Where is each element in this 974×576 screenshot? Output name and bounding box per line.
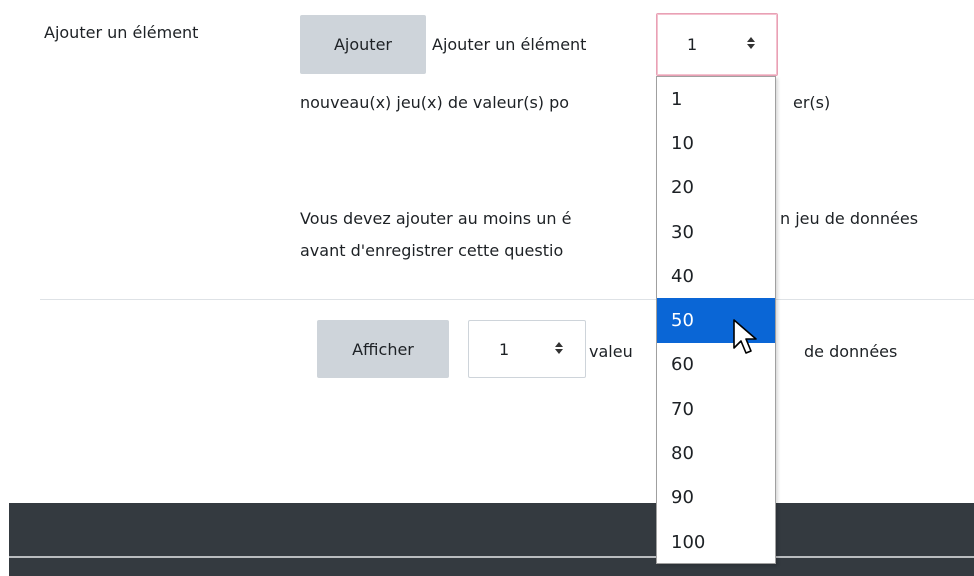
dropdown-option[interactable]: 40 [657, 254, 775, 298]
dropdown-option[interactable]: 70 [657, 387, 775, 431]
dropdown-option[interactable]: 1 [657, 77, 775, 121]
add-button[interactable]: Ajouter [300, 15, 426, 74]
warning-line-1: Vous devez ajouter au moins un é n jeu de… [300, 205, 918, 233]
page: Ajouter un élément Ajouter Ajouter un él… [0, 0, 974, 576]
warning-line-2: avant d'enregistrer cette questio [300, 241, 564, 260]
divider [40, 299, 974, 300]
add-count-dropdown[interactable]: 1 10 20 30 40 50 60 70 80 90 100 [656, 76, 776, 564]
add-item-label: Ajouter un élément [44, 23, 199, 42]
dropdown-option[interactable]: 80 [657, 431, 775, 475]
updown-arrows-icon [555, 341, 563, 357]
show-count-select-value: 1 [499, 339, 510, 359]
footer [9, 503, 974, 576]
add-item-text: Ajouter un élément [432, 35, 587, 54]
show-text: valeu de données [589, 338, 897, 366]
footer-divider [9, 556, 974, 558]
dropdown-option[interactable]: 90 [657, 476, 775, 520]
new-sets-text-tail: er(s) [793, 93, 831, 112]
dropdown-option[interactable]: 10 [657, 121, 775, 165]
add-count-select-value: 1 [687, 35, 698, 54]
add-count-select[interactable]: 1 [656, 13, 778, 76]
updown-arrows-icon [747, 37, 755, 52]
show-text-head: valeu [589, 342, 633, 361]
warning-line-1-tail: n jeu de données [780, 209, 919, 228]
dropdown-option[interactable]: 100 [657, 520, 775, 564]
dropdown-option[interactable]: 20 [657, 166, 775, 210]
show-button[interactable]: Afficher [317, 320, 449, 378]
warning-line-1-head: Vous devez ajouter au moins un é [300, 209, 572, 228]
new-sets-text: nouveau(x) jeu(x) de valeur(s) po er(s) [300, 89, 830, 117]
show-count-select[interactable]: 1 [468, 320, 586, 378]
dropdown-option[interactable]: 30 [657, 210, 775, 254]
new-sets-text-head: nouveau(x) jeu(x) de valeur(s) po [300, 93, 570, 112]
mouse-pointer-icon [732, 318, 758, 362]
show-text-tail: de données [804, 342, 898, 361]
